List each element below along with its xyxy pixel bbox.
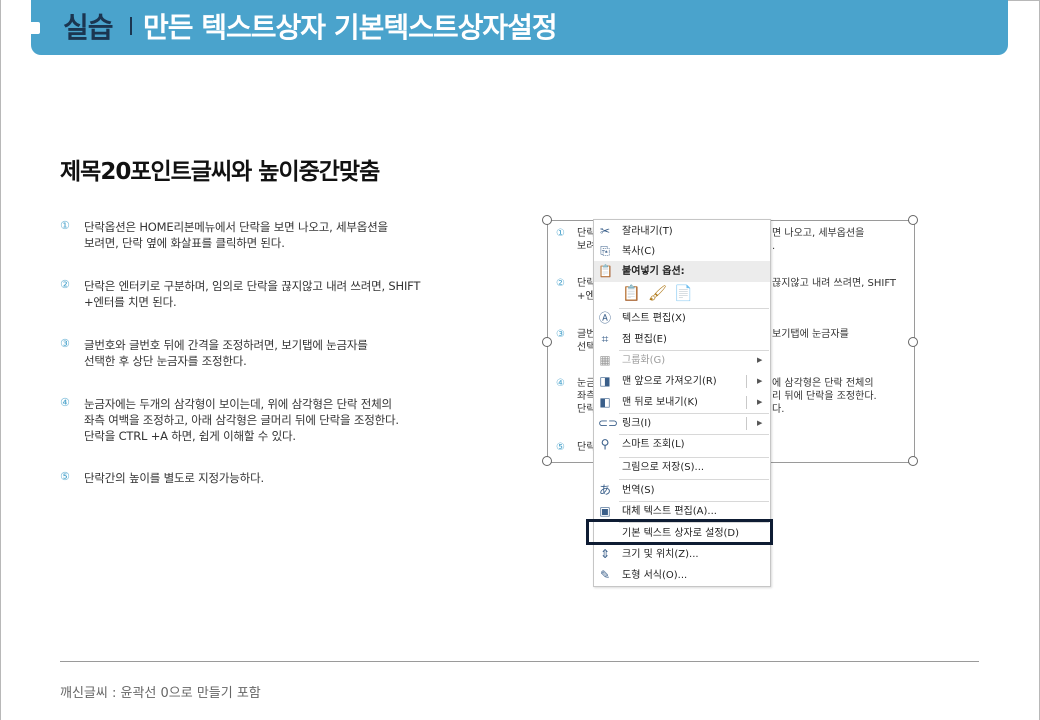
- menu-item-group[interactable]: ▦ 그룹화(G) ▶: [594, 350, 770, 371]
- list-text: 눈금자에는 두개의 삼각형이 보이는데, 위에 삼각형은 단락 전체의 좌측 여…: [84, 397, 399, 443]
- preview-text-right: 면 나오고, 세부옵션을 .: [772, 228, 865, 252]
- list-text: 단락옵션은 HOME리본메뉴에서 단락을 보면 나오고, 세부옵션을 보려면, …: [84, 220, 388, 250]
- preview-text-right: 보기탭에 눈금자를: [772, 329, 849, 340]
- list-item: ③ 글번호와 글번호 뒤에 간격을 조정하려면, 보기탭에 눈금자를 선택한 후…: [60, 337, 368, 369]
- menu-item-label: 복사(C): [622, 246, 656, 257]
- slide-frame-left: [0, 0, 1, 720]
- menu-item-smart-lookup[interactable]: ⚲ 스마트 조회(L): [594, 434, 770, 455]
- translate-icon: あ: [598, 483, 611, 497]
- menu-item-label: 그림으로 저장(S)...: [622, 462, 705, 473]
- menu-item-edit-points[interactable]: ⌗ 점 편집(E): [594, 329, 770, 350]
- list-item: ⑤ 단락간의 높이를 별도로 지정가능하다.: [60, 470, 264, 486]
- split-divider: [746, 375, 747, 388]
- menu-item-translate[interactable]: あ 번역(S): [594, 480, 770, 501]
- slide-frame-top: [1008, 0, 1040, 1]
- preview-text-right: 끊지않고 내려 쓰려면, SHIFT: [772, 278, 897, 289]
- menu-item-label: 텍스트 편집(X): [622, 313, 686, 324]
- list-item: ④ 눈금자에는 두개의 삼각형이 보이는데, 위에 삼각형은 단락 전체의 좌측…: [60, 396, 524, 444]
- menu-item-label: 스마트 조회(L): [622, 439, 685, 450]
- preview-number: ①: [556, 228, 565, 239]
- split-divider: [746, 396, 747, 409]
- menu-item-edit-text[interactable]: Ⓐ 텍스트 편집(X): [594, 308, 770, 329]
- list-number: ②: [60, 278, 70, 291]
- menu-item-label: 도형 서식(O)...: [622, 570, 688, 581]
- submenu-arrow-icon[interactable]: ▶: [757, 413, 762, 434]
- clipboard-icon: 📋: [598, 264, 613, 278]
- search-icon: ⚲: [600, 437, 610, 451]
- group-icon: ▦: [599, 353, 611, 367]
- bring-front-icon: ◨: [599, 374, 611, 388]
- resize-handle-bottom-left[interactable]: [542, 456, 552, 466]
- paste-merge-format-icon[interactable]: 🖌: [648, 283, 668, 303]
- list-item: ① 단락옵션은 HOME리본메뉴에서 단락을 보면 나오고, 세부옵션을 보려면…: [60, 219, 388, 251]
- preview-text-right: 에 삼각형은 단락 전체의 리 뒤에 단락을 조정한다. 다.: [772, 378, 877, 415]
- menu-item-label: 그룹화(G): [622, 355, 666, 366]
- list-number: ③: [60, 337, 70, 350]
- menu-item-label: 번역(S): [622, 485, 655, 496]
- list-text: 글번호와 글번호 뒤에 간격을 조정하려면, 보기탭에 눈금자를 선택한 후 상…: [84, 338, 368, 368]
- header-label: 실습: [63, 11, 114, 44]
- list-text: 단락은 엔터키로 구분하며, 임의로 단락을 끊지않고 내려 쓰려면, SHIF…: [84, 279, 421, 309]
- preview-number: ⑤: [556, 442, 565, 453]
- menu-item-copy[interactable]: ⎘ 복사(C): [594, 241, 770, 262]
- alt-text-icon: ▣: [599, 504, 611, 518]
- send-back-icon: ◧: [599, 395, 611, 409]
- menu-item-label: 맨 뒤로 보내기(K): [622, 397, 698, 408]
- bullet-square-icon: [28, 22, 40, 34]
- preview-number: ③: [556, 329, 565, 340]
- list-item: ② 단락은 엔터키로 구분하며, 임의로 단락을 끊지않고 내려 쓰려면, SH…: [60, 278, 420, 310]
- paste-text-only-icon[interactable]: 📄: [674, 283, 694, 303]
- list-number: ④: [60, 396, 70, 409]
- slide-subtitle: 제목20포인트글씨와 높이중간맞춤: [60, 159, 380, 185]
- menu-item-cut[interactable]: ✂ 잘라내기(T): [594, 221, 770, 242]
- menu-item-bring-front[interactable]: ◨ 맨 앞으로 가져오기(R) ▶: [594, 371, 770, 392]
- highlight-box: [586, 519, 773, 545]
- list-number: ①: [60, 219, 70, 232]
- resize-handle-top-right[interactable]: [908, 215, 918, 225]
- menu-item-label: 잘라내기(T): [622, 226, 673, 237]
- resize-handle-bottom-right[interactable]: [908, 456, 918, 466]
- resize-handle-top-left[interactable]: [542, 215, 552, 225]
- header-banner: 실습 만든 텍스트상자 기본텍스트상자설정: [28, 0, 1008, 55]
- split-divider: [746, 417, 747, 430]
- menu-item-size-position[interactable]: ⇕ 크기 및 위치(Z)...: [594, 544, 770, 565]
- resize-handle-middle-right[interactable]: [908, 337, 918, 347]
- preview-number: ②: [556, 278, 565, 289]
- menu-item-format-shape[interactable]: ✎ 도형 서식(O)...: [594, 565, 770, 586]
- submenu-arrow-icon[interactable]: ▶: [757, 392, 762, 413]
- scissors-icon: ✂: [599, 224, 611, 238]
- menu-item-label: 점 편집(E): [622, 334, 667, 345]
- list-text: 단락간의 높이를 별도로 지정가능하다.: [84, 471, 264, 485]
- menu-item-send-back[interactable]: ◧ 맨 뒤로 보내기(K) ▶: [594, 392, 770, 413]
- edit-points-icon: ⌗: [601, 332, 609, 346]
- footer-divider: [60, 661, 979, 662]
- menu-item-save-as-picture[interactable]: 그림으로 저장(S)...: [594, 457, 770, 478]
- menu-item-label: 링크(I): [622, 418, 652, 429]
- submenu-arrow-icon: ▶: [757, 356, 763, 364]
- menu-item-link[interactable]: ⊂⊃ 링크(I) ▶: [594, 413, 770, 434]
- resize-handle-middle-left[interactable]: [542, 337, 552, 347]
- menu-item-label: 맨 앞으로 가져오기(R): [622, 376, 717, 387]
- copy-icon: ⎘: [600, 244, 610, 258]
- preview-number: ④: [556, 378, 565, 389]
- paste-keep-source-icon[interactable]: 📋: [622, 283, 642, 303]
- menu-item-label: 붙여넣기 옵션:: [622, 266, 685, 277]
- menu-item-label: 크기 및 위치(Z)...: [622, 549, 699, 560]
- menu-item-paste-options: 📋 붙여넣기 옵션:: [594, 261, 770, 282]
- link-icon: ⊂⊃: [598, 416, 619, 430]
- edit-text-icon: Ⓐ: [598, 311, 611, 325]
- format-shape-icon: ✎: [599, 568, 611, 582]
- footer-note: 깨신글씨 : 윤곽선 0으로 만들기 포함: [60, 686, 261, 701]
- size-position-icon: ⇕: [599, 547, 611, 561]
- header-title: 만든 텍스트상자 기본텍스트상자설정: [143, 11, 558, 44]
- submenu-arrow-icon[interactable]: ▶: [757, 371, 762, 392]
- header-divider: [130, 17, 132, 35]
- list-number: ⑤: [60, 470, 70, 483]
